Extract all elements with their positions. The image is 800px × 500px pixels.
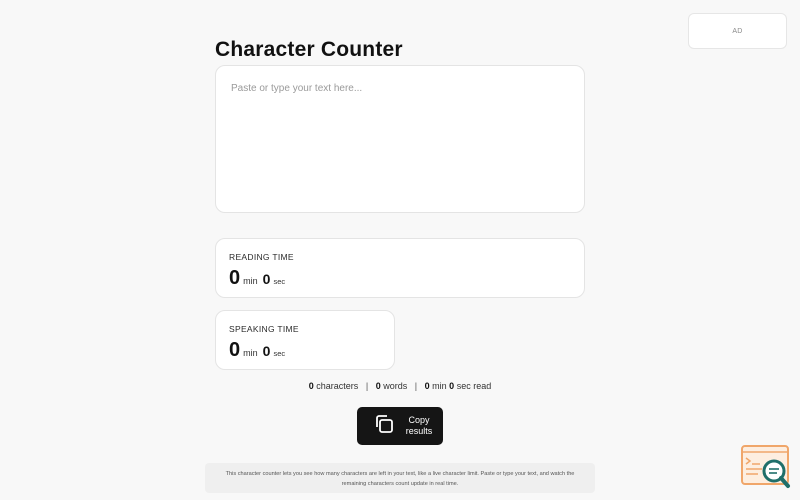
characters-label: characters bbox=[316, 381, 359, 391]
read-seconds: 0 bbox=[449, 381, 455, 391]
reading-sec-unit: sec bbox=[273, 277, 286, 286]
speaking-minutes: 0 bbox=[229, 339, 241, 361]
speaking-time-card: SPEAKING TIME 0 min 0 sec bbox=[215, 310, 395, 370]
copy-label-line1: Copy bbox=[408, 415, 430, 425]
ad-label: AD bbox=[732, 27, 743, 35]
reading-minutes: 0 bbox=[229, 267, 241, 289]
speaking-seconds: 0 bbox=[262, 343, 271, 359]
read-sec-label: sec read bbox=[456, 381, 492, 391]
copy-label-line2: results bbox=[405, 426, 433, 436]
copy-results-button[interactable]: Copy results bbox=[357, 407, 443, 445]
words-count: 0 bbox=[375, 381, 381, 391]
reading-seconds: 0 bbox=[262, 271, 271, 287]
reading-time-card: READING TIME 0 min 0 sec bbox=[215, 238, 585, 298]
speaking-time-value: 0 min 0 sec bbox=[229, 339, 381, 362]
reading-time-value: 0 min 0 sec bbox=[229, 267, 571, 290]
speaking-sec-unit: sec bbox=[273, 349, 286, 358]
footer-line1: This character counter lets you see how … bbox=[225, 471, 575, 477]
reading-min-unit: min bbox=[243, 276, 258, 286]
footer-line2: remaining characters count update in rea… bbox=[341, 481, 459, 487]
characters-count: 0 bbox=[308, 381, 314, 391]
reading-time-label: READING TIME bbox=[229, 252, 294, 262]
text-input[interactable] bbox=[215, 65, 585, 213]
page-title: Character Counter bbox=[215, 38, 403, 61]
words-label: words bbox=[383, 381, 408, 391]
stats-separator: | bbox=[365, 381, 369, 391]
copy-results-label: Copy results bbox=[403, 415, 435, 437]
read-minutes: 0 bbox=[424, 381, 430, 391]
ad-placeholder[interactable]: AD bbox=[688, 13, 787, 49]
stats-separator: | bbox=[414, 381, 418, 391]
speaking-time-label: SPEAKING TIME bbox=[229, 324, 299, 334]
copy-icon bbox=[374, 414, 394, 439]
stats-summary: 0 characters | 0 words | 0 min 0 sec rea… bbox=[0, 381, 800, 391]
read-min-label: min bbox=[432, 381, 447, 391]
search-code-logo-icon[interactable] bbox=[740, 444, 792, 490]
footer-description: This character counter lets you see how … bbox=[205, 463, 595, 493]
speaking-min-unit: min bbox=[243, 348, 258, 358]
